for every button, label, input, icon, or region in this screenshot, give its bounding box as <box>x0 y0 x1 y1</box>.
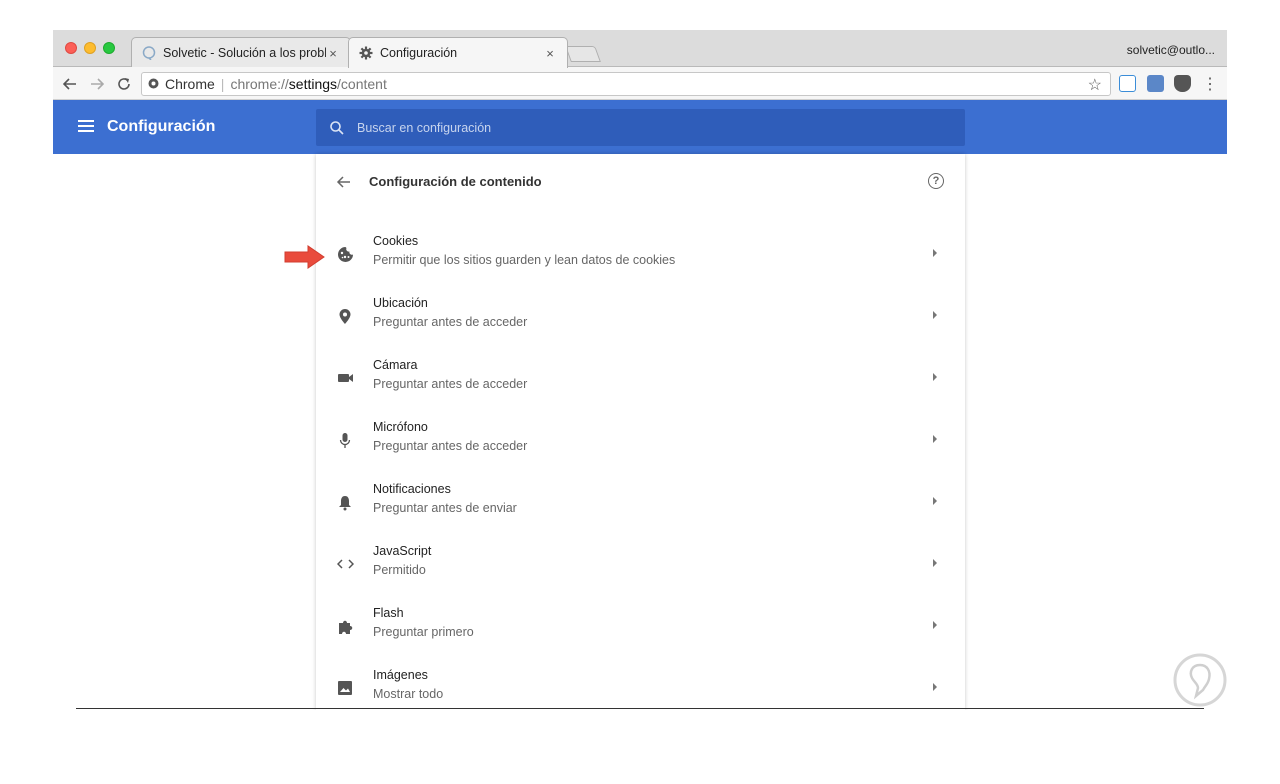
search-input[interactable] <box>357 120 917 135</box>
row-subtitle: Permitido <box>373 563 426 577</box>
row-subtitle: Mostrar todo <box>373 687 444 701</box>
extension-s-icon[interactable] <box>1147 75 1164 92</box>
help-icon[interactable]: ? <box>928 173 944 189</box>
tab-configuracion[interactable]: Configuración × <box>348 37 568 68</box>
settings-row-images[interactable]: Imágenes Mostrar todo <box>316 657 965 710</box>
row-title: Notificaciones <box>373 482 451 496</box>
settings-row-cookies[interactable]: Cookies Permitir que los sitios guarden … <box>316 223 965 285</box>
chevron-right-icon <box>933 435 937 443</box>
chevron-right-icon <box>933 373 937 381</box>
reload-button[interactable] <box>113 73 135 95</box>
row-subtitle: Preguntar antes de acceder <box>373 439 528 453</box>
code-icon <box>336 555 354 573</box>
browser-window: Solvetic - Solución a los probl × Config… <box>53 30 1227 710</box>
row-title: Ubicación <box>373 296 428 310</box>
back-arrow-icon <box>63 78 76 90</box>
chrome-site-icon <box>148 76 159 92</box>
row-title: Micrófono <box>373 420 428 434</box>
chrome-menu-icon[interactable]: ⋮ <box>1199 73 1221 95</box>
tab-close-icon[interactable]: × <box>543 46 557 61</box>
close-window-button[interactable] <box>65 42 77 54</box>
settings-row-javascript[interactable]: JavaScript Permitido <box>316 533 965 595</box>
settings-row-location[interactable]: Ubicación Preguntar antes de acceder <box>316 285 965 347</box>
chevron-right-icon <box>933 621 937 629</box>
bottom-divider <box>76 708 1204 709</box>
settings-row-flash[interactable]: Flash Preguntar primero <box>316 595 965 657</box>
omnibox-separator: | <box>220 76 225 92</box>
new-tab-button[interactable] <box>565 46 601 62</box>
reload-icon <box>118 78 130 90</box>
gear-icon <box>359 46 373 60</box>
url-path: /content <box>337 76 387 92</box>
url-host: settings <box>288 76 338 92</box>
bookmark-star-icon[interactable]: ☆ <box>1088 75 1102 95</box>
row-subtitle: Permitir que los sitios guarden y lean d… <box>373 253 676 267</box>
page-title: Configuración <box>107 118 216 135</box>
forward-button[interactable] <box>86 73 108 95</box>
scheme-label: Chrome <box>165 76 215 92</box>
row-subtitle: Preguntar antes de acceder <box>373 315 528 329</box>
maximize-window-button[interactable] <box>103 42 115 54</box>
pocket-icon[interactable] <box>1174 75 1191 92</box>
url-prefix: chrome:// <box>230 76 289 92</box>
card-header: Configuración de contenido ? <box>316 154 965 210</box>
puzzle-icon <box>336 617 354 635</box>
settings-header: Configuración <box>53 100 1227 154</box>
row-subtitle: Preguntar primero <box>373 625 474 639</box>
solvetic-watermark-logo <box>1173 653 1227 707</box>
location-icon <box>336 307 354 325</box>
cookie-icon <box>336 245 354 263</box>
tab-solvetic[interactable]: Solvetic - Solución a los probl × <box>131 37 351 68</box>
row-title: Cookies <box>373 234 419 248</box>
row-title: Flash <box>373 606 404 620</box>
bell-icon <box>336 493 354 511</box>
row-title: JavaScript <box>373 544 432 558</box>
tab-title: Solvetic - Solución a los probl <box>163 46 326 60</box>
chevron-right-icon <box>933 249 937 257</box>
tab-strip: Solvetic - Solución a los probl × Config… <box>53 30 1227 68</box>
card-title: Configuración de contenido <box>369 174 542 189</box>
chevron-right-icon <box>933 559 937 567</box>
row-subtitle: Preguntar antes de acceder <box>373 377 528 391</box>
forward-arrow-icon <box>91 78 104 90</box>
profile-button[interactable]: solvetic@outlo... <box>1127 43 1215 57</box>
row-title: Imágenes <box>373 668 428 682</box>
settings-row-microphone[interactable]: Micrófono Preguntar antes de acceder <box>316 409 965 471</box>
content-settings-card: Configuración de contenido ? Cookies Per… <box>316 154 965 710</box>
chevron-right-icon <box>933 311 937 319</box>
browser-toolbar: Chrome | chrome://settings/content ☆ ⋮ <box>53 67 1227 100</box>
back-arrow-icon[interactable] <box>336 174 352 190</box>
camera-icon <box>336 369 354 387</box>
image-icon <box>336 679 354 697</box>
chevron-right-icon <box>933 683 937 691</box>
settings-search[interactable] <box>316 109 965 146</box>
search-icon <box>330 120 344 135</box>
tab-close-icon[interactable]: × <box>326 46 340 61</box>
address-bar[interactable]: Chrome | chrome://settings/content ☆ <box>141 72 1111 96</box>
row-title: Cámara <box>373 358 418 372</box>
settings-row-camera[interactable]: Cámara Preguntar antes de acceder <box>316 347 965 409</box>
chevron-right-icon <box>933 497 937 505</box>
back-button[interactable] <box>59 73 81 95</box>
settings-row-notifications[interactable]: Notificaciones Preguntar antes de enviar <box>316 471 965 533</box>
microphone-icon <box>336 431 354 449</box>
red-pointer-arrow-icon <box>284 245 325 269</box>
extension-screenshot-icon[interactable] <box>1119 75 1136 92</box>
solvetic-favicon-icon <box>142 46 156 60</box>
hamburger-menu-icon[interactable] <box>78 120 94 132</box>
row-subtitle: Preguntar antes de enviar <box>373 501 517 515</box>
tab-title: Configuración <box>380 46 458 60</box>
minimize-window-button[interactable] <box>84 42 96 54</box>
